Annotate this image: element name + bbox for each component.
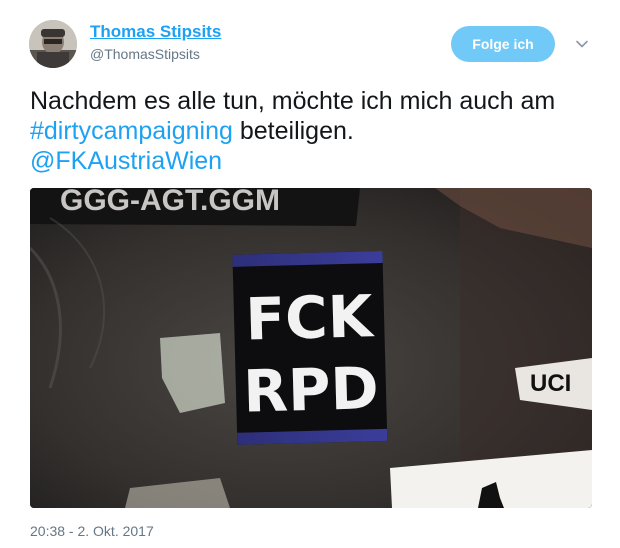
- top-sticker-text: GGG-AGT.GGM: [60, 188, 280, 217]
- right-sticker-text: UCI: [530, 370, 571, 397]
- fck-rpd-sticker: FCK RPD: [232, 250, 388, 445]
- author-name[interactable]: Thomas Stipsits: [90, 22, 221, 42]
- author-handle[interactable]: @ThomasStipsits: [90, 46, 200, 62]
- avatar[interactable]: [29, 20, 77, 68]
- tweet-photo[interactable]: GGG-AGT.GGM FCK RPD UCI: [30, 188, 592, 508]
- tweet-text: Nachdem es alle tun, möchte ich mich auc…: [30, 86, 600, 176]
- mention-link[interactable]: @FKAustriaWien: [30, 147, 222, 175]
- photo-scene: GGG-AGT.GGM FCK RPD UCI: [30, 188, 592, 508]
- sticker-line-1: FCK: [245, 282, 376, 353]
- follow-button[interactable]: Folge ich: [451, 26, 555, 62]
- tweet-text-body: Nachdem es alle tun, möchte ich mich auc…: [30, 87, 556, 115]
- tweet-text-end: beteiligen.: [232, 117, 354, 145]
- chevron-down-icon[interactable]: [574, 36, 590, 52]
- hashtag-link[interactable]: #dirtycampaigning: [30, 117, 233, 145]
- tweet-timestamp[interactable]: 20:38 - 2. Okt. 2017: [30, 523, 154, 539]
- sticker-line-2: RPD: [242, 354, 379, 426]
- avatar-photo: [29, 20, 77, 68]
